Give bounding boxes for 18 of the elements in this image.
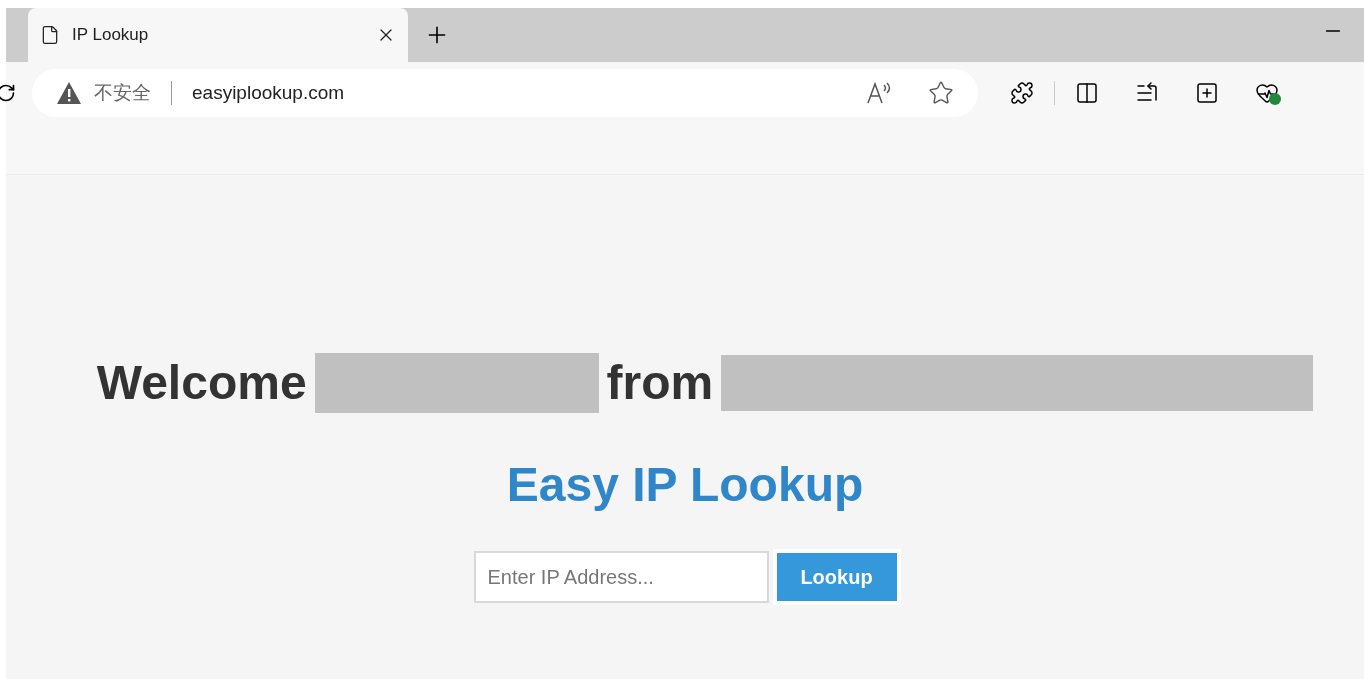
health-icon[interactable] [1255,81,1281,105]
url-text: easyiplookup.com [192,80,346,105]
page-icon [40,25,60,45]
ip-address-field[interactable]: Enter IP Address... [473,551,769,603]
tab-title: IP Lookup [72,24,150,47]
security-label: 不安全 [94,80,151,105]
split-screen-icon[interactable] [1075,81,1099,105]
page-heading: Easy IP Lookup [506,457,864,513]
refresh-icon[interactable] [0,83,16,103]
extensions-icon[interactable] [1010,81,1034,105]
welcome-text: Welcome [96,355,307,411]
warning-icon [56,81,82,105]
favorite-icon[interactable] [928,80,954,106]
from-text: from [606,355,714,411]
address-bar[interactable]: 不安全 easyiplookup.com [32,69,978,117]
read-aloud-icon[interactable] [866,81,892,105]
collections-icon[interactable] [1195,81,1219,105]
browser-tab[interactable]: IP Lookup [28,8,408,62]
